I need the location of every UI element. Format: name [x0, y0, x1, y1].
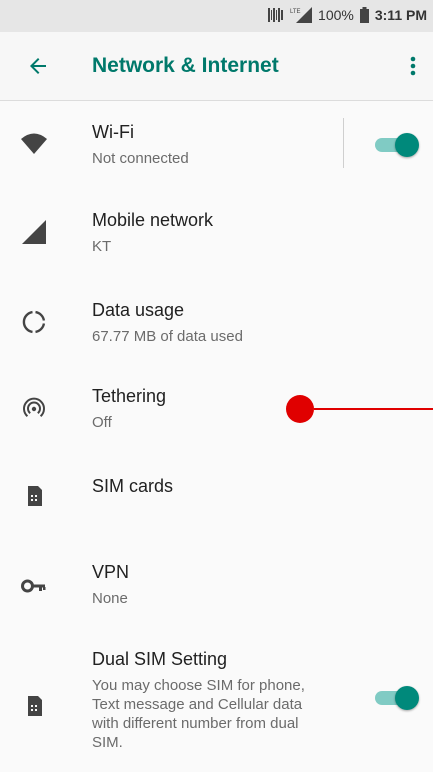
app-bar: Network & Internet — [0, 32, 433, 101]
dual-sim-description-line: You may choose SIM for phone, — [92, 677, 305, 694]
barcode-icon — [268, 8, 284, 22]
data-usage-subtitle: 67.77 MB of data used — [92, 328, 243, 345]
annotation-line — [314, 408, 433, 410]
dual-sim-description-line: Text message and Cellular data — [92, 696, 303, 713]
dual-sim-setting-item[interactable]: Dual SIM Setting You may choose SIM for … — [0, 640, 433, 772]
lte-label: LTE — [290, 9, 301, 15]
dual-sim-title: Dual SIM Setting — [92, 649, 228, 669]
mobile-network-item[interactable]: Mobile network KT — [0, 192, 433, 276]
battery-percent: 100% — [318, 7, 354, 23]
hotspot-icon — [23, 397, 45, 417]
data-usage-icon — [22, 310, 46, 334]
dual-sim-description: You may choose SIM for phone, Text messa… — [92, 676, 352, 752]
status-icons: LTE 100% 3:11 PM — [268, 7, 427, 23]
lte-signal-icon: LTE — [290, 7, 313, 23]
sim-card-icon — [28, 696, 42, 716]
wifi-subtitle: Not connected — [92, 150, 189, 167]
dual-sim-toggle[interactable] — [375, 686, 419, 710]
arrow-back-icon[interactable] — [26, 54, 50, 78]
battery-icon — [359, 7, 369, 23]
sim-card-icon — [28, 486, 42, 506]
data-usage-title: Data usage — [92, 300, 185, 320]
divider — [343, 118, 344, 168]
signal-icon — [22, 220, 46, 244]
more-vert-icon[interactable] — [409, 54, 417, 78]
tethering-subtitle: Off — [92, 414, 112, 431]
sim-cards-item[interactable]: SIM cards — [0, 456, 433, 540]
page-title: Network & Internet — [92, 54, 279, 77]
clock: 3:11 PM — [374, 7, 427, 23]
status-bar: LTE 100% 3:11 PM — [0, 0, 433, 32]
wifi-toggle[interactable] — [375, 133, 419, 157]
vpn-subtitle: None — [92, 590, 128, 607]
vpn-item[interactable]: VPN None — [0, 544, 433, 628]
wifi-item[interactable]: Wi-Fi Not connected — [0, 104, 433, 188]
tethering-title: Tethering — [92, 386, 167, 406]
dual-sim-description-line: with different number from dual — [92, 715, 299, 732]
annotation-marker — [286, 395, 314, 423]
vpn-key-icon — [21, 579, 46, 593]
tethering-item[interactable]: Tethering Off — [0, 368, 433, 452]
data-usage-item[interactable]: Data usage 67.77 MB of data used — [0, 282, 433, 366]
wifi-icon — [21, 133, 47, 154]
wifi-title: Wi-Fi — [92, 122, 134, 142]
sim-cards-title: SIM cards — [92, 476, 174, 496]
dual-sim-description-line: SIM. — [92, 734, 123, 751]
mobile-network-title: Mobile network — [92, 210, 214, 230]
vpn-title: VPN — [92, 562, 130, 582]
mobile-network-subtitle: KT — [92, 238, 112, 255]
